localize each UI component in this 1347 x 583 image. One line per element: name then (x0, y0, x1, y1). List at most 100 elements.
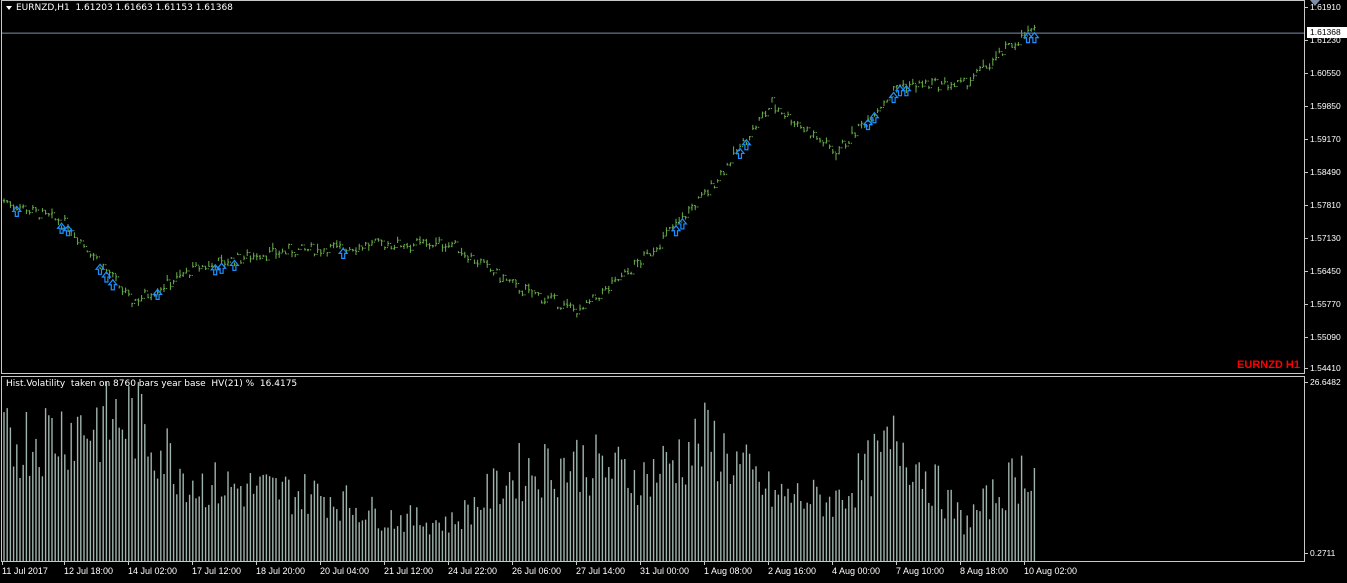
price-bar (255, 253, 258, 261)
price-bar (927, 80, 930, 89)
price-bar (559, 307, 562, 310)
price-bar (169, 279, 172, 291)
price-bar (44, 209, 47, 215)
price-bar (95, 254, 98, 260)
price-bar (370, 239, 374, 246)
price-bar (246, 249, 249, 259)
price-bar (854, 132, 857, 138)
price-bar (127, 289, 130, 297)
price-bar (332, 242, 335, 249)
price-bar (591, 294, 594, 302)
price-bar (377, 238, 380, 242)
time-tick: 8 Aug 18:00 (960, 562, 1009, 576)
price-bar (422, 238, 425, 244)
price-bar (162, 284, 166, 293)
price-bar (636, 258, 639, 268)
price-bar (130, 293, 134, 308)
time-tick: 24 Jul 22:00 (448, 562, 498, 576)
price-bar (1020, 29, 1023, 46)
price-bar (908, 81, 911, 90)
price-bar (975, 68, 978, 77)
price-bar (607, 285, 610, 294)
price-scale[interactable]: 1.61910 1.61230 1.60550 1.59850 1.59170 … (1305, 0, 1347, 374)
price-bar (998, 47, 1001, 59)
price-bar (188, 270, 191, 278)
price-bar (588, 299, 591, 305)
price-bar (924, 79, 927, 87)
price-bar (82, 240, 86, 248)
price-bar (210, 262, 214, 268)
price-bar (1017, 42, 1020, 46)
price-bar (166, 274, 169, 289)
price-bar (150, 293, 153, 301)
price-bar (812, 130, 815, 138)
price-tick: 1.56450 (1305, 266, 1341, 276)
indicator-scale-bottom: 0.2711 (1304, 548, 1336, 558)
price-bar (268, 246, 271, 261)
price-bar (972, 73, 975, 81)
price-bar (764, 110, 767, 118)
price-bar (886, 99, 889, 103)
price-bar (28, 210, 31, 215)
price-bar (473, 255, 476, 264)
price-bar (390, 242, 393, 250)
price-bar (873, 113, 876, 121)
volatility-histogram-canvas[interactable] (2, 377, 1305, 562)
price-bar (1014, 42, 1017, 51)
price-bar (441, 239, 444, 252)
price-bar (978, 65, 982, 72)
price-bar (527, 283, 530, 294)
price-bar (220, 254, 223, 264)
indicator-scale-top: 26.6482 (1305, 377, 1341, 387)
volatility-indicator-pane[interactable]: Hist.Volatility taken on 8760 bars year … (1, 376, 1305, 562)
price-bar (722, 170, 726, 176)
price-bar (524, 283, 527, 296)
price-bar (514, 279, 518, 288)
price-bar (758, 116, 761, 128)
price-bar (1030, 28, 1033, 32)
price-bar (486, 259, 489, 268)
price-bar (92, 252, 95, 261)
price-bar (985, 65, 988, 69)
price-tick: 1.54410 (1305, 363, 1341, 373)
price-bar (182, 272, 185, 277)
price-bar (482, 259, 486, 263)
indicator-scale[interactable]: 26.6482 0.2711 (1304, 376, 1347, 562)
time-tick: 12 Jul 18:00 (64, 562, 114, 576)
time-tick: 18 Jul 20:00 (256, 562, 306, 576)
price-bar (831, 145, 834, 155)
price-bar (121, 286, 124, 296)
price-bar (841, 139, 844, 149)
price-bar (930, 77, 934, 89)
price-bar (726, 162, 729, 175)
price-bar (668, 226, 671, 232)
price-chart-pane[interactable]: EURNZD,H1 1.61203 1.61663 1.61153 1.6136… (1, 0, 1305, 374)
price-bar (626, 267, 630, 275)
price-bar (610, 276, 614, 291)
price-bar (719, 169, 722, 182)
price-chart-canvas[interactable] (2, 1, 1305, 374)
price-bar (335, 240, 338, 248)
price-bar (418, 236, 422, 245)
price-bar (406, 242, 409, 249)
price-bar (825, 137, 828, 144)
price-bar (38, 209, 41, 220)
price-bar (962, 77, 966, 82)
price-bar (847, 141, 850, 147)
price-bar (946, 81, 950, 91)
price-bar (703, 189, 706, 195)
chart-menu-arrow-icon[interactable] (6, 5, 12, 10)
price-bar (614, 276, 617, 283)
price-bar (684, 216, 687, 220)
price-bar (383, 240, 386, 250)
price-bar (194, 262, 198, 268)
price-bar (140, 294, 143, 302)
price-bar (111, 271, 114, 278)
symbol-corner-label: EURNZD H1 (1237, 359, 1300, 371)
price-bar (454, 240, 457, 244)
price-bar (274, 248, 278, 259)
time-axis[interactable]: 11 Jul 2017 12 Jul 18:00 14 Jul 02:00 17… (0, 562, 1306, 583)
price-tick: 1.55770 (1305, 299, 1341, 309)
price-bar (569, 302, 572, 308)
price-bar (658, 244, 662, 250)
